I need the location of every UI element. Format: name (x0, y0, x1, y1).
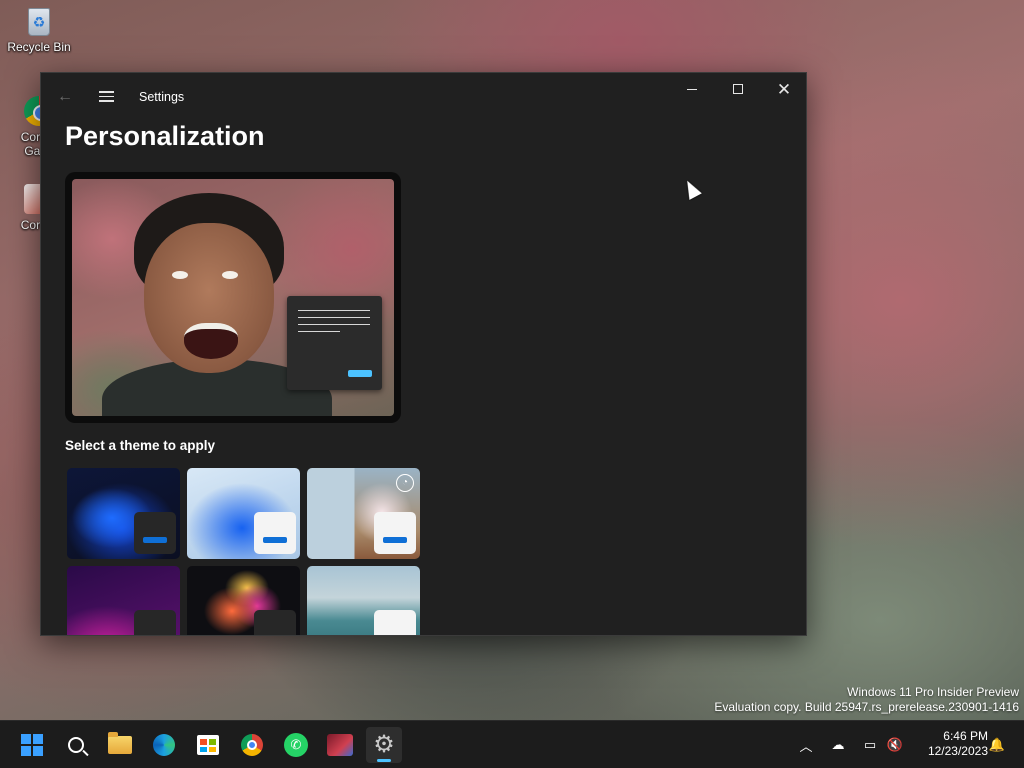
desktop-icon-label: Recycle Bin (7, 40, 71, 54)
evaluation-watermark: Windows 11 Pro Insider Preview Evaluatio… (714, 685, 1019, 715)
wallpaper-preview (72, 179, 394, 416)
taskbar-edge[interactable] (146, 727, 182, 763)
taskbar: ✆ ⚙ ︿ ☁ ▭ 🔇 6:46 PM 12/23/2023 🔔 (0, 720, 1024, 768)
taskbar-microsoft-store[interactable] (190, 727, 226, 763)
minimize-button[interactable] (669, 73, 715, 105)
taskbar-clock[interactable]: 6:46 PM 12/23/2023 (912, 729, 988, 759)
game-app-icon (327, 734, 353, 756)
clock-date: 12/23/2023 (927, 744, 988, 758)
theme-windows-spotlight[interactable]: ◔ (307, 468, 420, 559)
theme-glow[interactable] (67, 566, 180, 635)
file-explorer-icon (108, 732, 132, 754)
network-icon: ☁ (831, 737, 845, 752)
taskbar-file-explorer[interactable] (102, 727, 138, 763)
taskbar-chrome[interactable] (234, 727, 270, 763)
settings-window: ← Settings ✕ Personalization Select a th… (40, 72, 807, 636)
hamburger-menu-icon (95, 91, 117, 102)
navigation-menu-button[interactable] (95, 87, 117, 107)
tray-network[interactable]: ☁ (827, 733, 849, 757)
desktop-icon-recycle-bin[interactable]: ♻ Recycle Bin (6, 8, 72, 54)
edge-icon (153, 734, 175, 756)
maximize-button[interactable] (715, 73, 761, 105)
watermark-line-2: Evaluation copy. Build 25947.rs_prerelea… (714, 700, 1019, 714)
arrow-left-icon: ← (57, 88, 73, 105)
search-icon (68, 737, 84, 753)
preview-accent-button (348, 370, 372, 377)
section-label: Select a theme to apply (65, 438, 216, 453)
taskbar-whatsapp[interactable]: ✆ (278, 727, 314, 763)
whatsapp-icon: ✆ (284, 733, 308, 757)
spotlight-icon: ◔ (396, 474, 414, 492)
theme-preview (65, 172, 401, 423)
volume-muted-icon: 🔇 (886, 737, 904, 752)
active-app-indicator (377, 759, 391, 762)
notifications-button[interactable]: 🔔 (986, 733, 1008, 757)
theme-windows-dark[interactable] (67, 468, 180, 559)
windows-start-icon (21, 734, 43, 756)
show-hidden-icons-button[interactable]: ︿ (796, 733, 816, 757)
maximize-icon (733, 84, 743, 94)
tray-display[interactable]: ▭ (859, 733, 881, 757)
settings-gear-icon: ⚙ (373, 731, 395, 758)
display-icon: ▭ (863, 737, 877, 752)
start-button[interactable] (14, 727, 50, 763)
preview-window-sample (287, 296, 382, 390)
app-title: Settings (139, 90, 185, 104)
theme-captured-motion[interactable] (187, 566, 300, 635)
title-bar: ← Settings ✕ (41, 73, 806, 119)
watermark-line-1: Windows 11 Pro Insider Preview (847, 685, 1019, 699)
microsoft-store-icon (197, 735, 219, 755)
clock-time: 6:46 PM (943, 729, 988, 743)
search-button[interactable] (58, 727, 94, 763)
taskbar-settings[interactable]: ⚙ (366, 727, 402, 763)
minimize-icon (687, 88, 697, 90)
theme-flow[interactable] (307, 566, 420, 635)
recycle-bin-icon: ♻ (28, 8, 50, 36)
bell-icon: 🔔 (988, 737, 1006, 752)
page-title: Personalization (65, 121, 265, 151)
theme-windows-light[interactable] (187, 468, 300, 559)
chevron-up-icon: ︿ (799, 738, 813, 754)
close-button[interactable]: ✕ (761, 73, 806, 105)
taskbar-game-app[interactable] (322, 727, 358, 763)
back-button[interactable]: ← (55, 87, 75, 107)
tray-volume[interactable]: 🔇 (884, 733, 906, 757)
close-icon: ✕ (776, 79, 792, 99)
chrome-icon (241, 734, 263, 756)
